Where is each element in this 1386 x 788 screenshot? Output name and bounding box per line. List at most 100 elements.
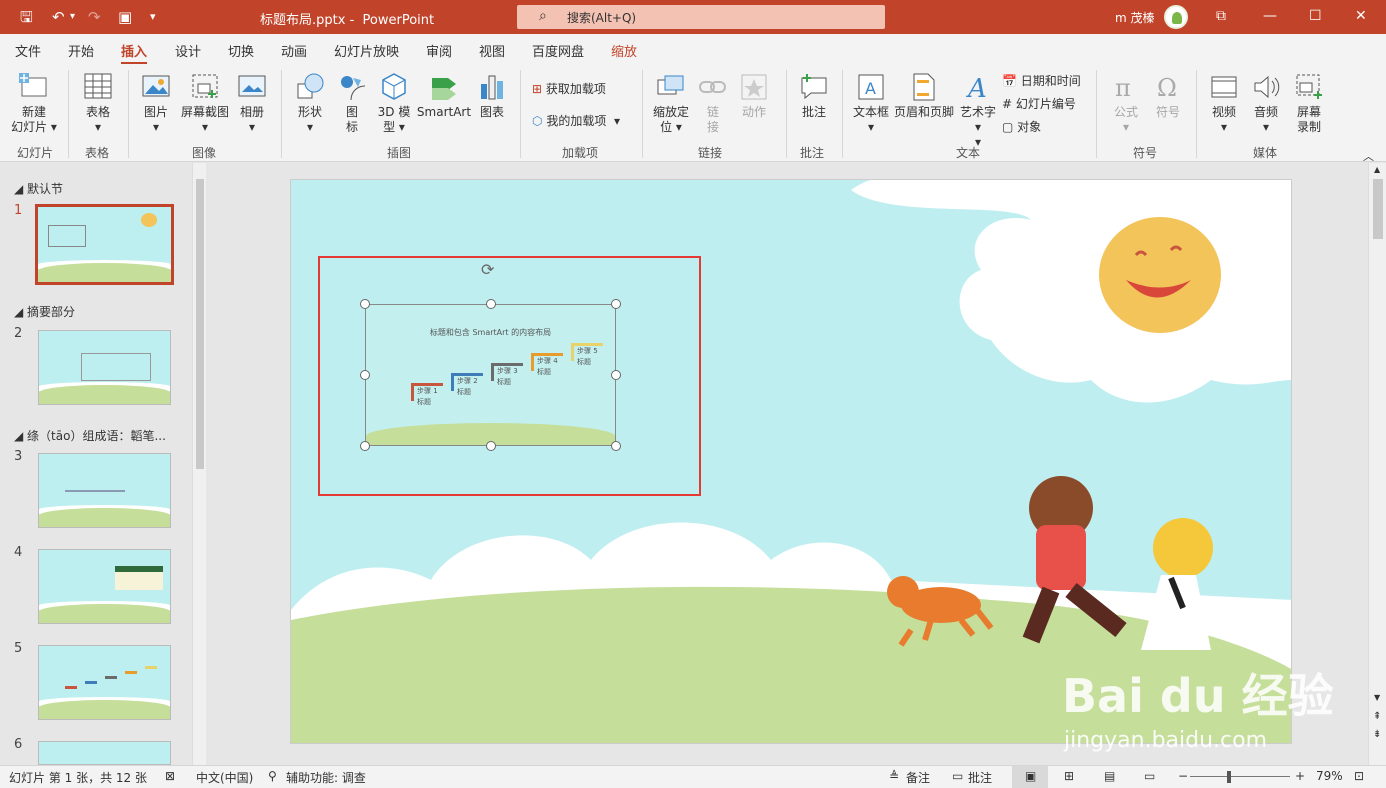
scrollbar-thumb[interactable] [196,179,204,469]
zoom-button[interactable]: 缩放定位 ▾ [648,72,694,135]
picture-button[interactable]: 图片 ▾ [134,72,178,135]
comments-button[interactable]: 批注 [968,769,992,786]
smartart-button[interactable]: SmartArt [416,72,472,120]
customize-qat-icon[interactable]: ▾ [150,8,156,26]
tab-transitions[interactable]: 切换 [228,41,254,60]
notes-button[interactable]: 备注 [906,769,930,786]
accessibility-status[interactable]: 辅助功能: 调查 [286,769,366,786]
reading-view-icon[interactable]: ▤ [1104,769,1115,783]
tab-animations[interactable]: 动画 [281,41,307,60]
rotate-handle-icon[interactable]: ⟳ [481,260,494,279]
resize-handle[interactable] [611,370,621,380]
zoom-level[interactable]: 79% [1316,769,1343,783]
screen-recording-button[interactable]: 屏幕 录制 [1288,72,1330,135]
normal-view-glyph: ▣ [1025,769,1037,783]
notes-icon[interactable]: ≜ [889,769,899,783]
maximize-icon[interactable]: ☐ [1309,8,1322,24]
slide-thumbnail-3[interactable] [38,453,171,528]
slide-thumbnail-1[interactable] [35,204,174,285]
present-icon[interactable]: ▣ [118,8,132,26]
resize-handle[interactable] [611,441,621,451]
object-button[interactable]: ▢ 对象 [1002,118,1041,135]
spellcheck-icon[interactable]: ⊠ [165,769,175,783]
ribbon-display-icon[interactable]: ⧉ [1216,8,1226,24]
thumbnail-scrollbar[interactable] [192,163,206,765]
language[interactable]: 中文(中国) [196,769,253,786]
slide-thumbnail-6[interactable] [38,741,171,765]
resize-handle[interactable] [611,299,621,309]
scroll-up-icon[interactable]: ▲ [1374,165,1380,174]
tab-baidu-netdisk[interactable]: 百度网盘 [532,41,584,60]
icons-button[interactable]: 图标 [334,72,370,135]
audio-button[interactable]: 音频 ▾ [1246,72,1286,135]
prev-slide-icon[interactable]: ⇞ [1373,711,1381,722]
scrollbar-thumb[interactable] [1373,179,1383,239]
section-third[interactable]: ◢ 绦（tāo）组成语：韜笔... [14,427,166,444]
zoom-slider[interactable] [1190,776,1290,777]
comment-button[interactable]: 批注 [794,72,834,120]
next-slide-icon[interactable]: ⇟ [1373,729,1381,740]
undo-dropdown-icon[interactable]: ▾ [70,8,75,26]
tab-home[interactable]: 开始 [68,41,94,60]
tab-insert[interactable]: 插入 [121,41,148,65]
album-button[interactable]: 相册 ▾ [232,72,272,135]
shapes-button[interactable]: 形状 ▾ [288,72,332,135]
step-label: 步骤 2 [457,377,478,385]
header-footer-button[interactable]: 页眉和页脚 [892,72,956,120]
slide-thumbnail-2[interactable] [38,330,171,405]
chart-button[interactable]: 图表 [474,72,510,120]
my-addins-button[interactable]: ⬡ 我的加载项 ▾ [532,112,620,129]
comments-icon[interactable]: ▭ [952,769,963,783]
content-placeholder[interactable]: 标题和包含 SmartArt 的内容布局 步骤 1 标题 步骤 2 标题 步骤 3 标题步… [365,304,616,446]
3d-model-button[interactable]: 3D 模型 ▾ [372,72,416,135]
date-time-button[interactable]: 📅 日期和时间 [1002,72,1081,89]
table-button[interactable]: 表格 ▾ [76,72,120,135]
zoom-in-icon[interactable]: + [1295,769,1305,783]
resize-handle[interactable] [360,441,370,451]
step-bar [451,373,483,376]
link-button: 链接 [696,72,730,135]
screenshot-button[interactable]: 屏幕截图 ▾ [178,72,232,135]
wordart-button[interactable]: A 艺术字 ▾ ▾ [958,72,998,150]
section-default[interactable]: ◢ 默认节 [14,180,63,197]
minimize-icon[interactable]: — [1263,8,1277,24]
new-slide-button[interactable]: 新建 幻灯片 ▾ [8,72,60,135]
scroll-down-icon[interactable]: ▼ [1374,693,1380,702]
section-summary[interactable]: ◢ 摘要部分 [14,303,75,320]
accessibility-icon[interactable]: ⚲ [268,769,277,783]
slide-sorter-icon[interactable]: ⊞ [1064,769,1074,783]
slideshow-icon[interactable]: ▭ [1144,769,1155,783]
tab-slideshow[interactable]: 幻灯片放映 [334,41,399,60]
textbox-button[interactable]: A 文本框 ▾ [850,72,892,135]
undo-icon[interactable]: ↶ [52,8,65,26]
tab-zoom[interactable]: 缩放 [611,41,637,60]
slide-number-button[interactable]: # 幻灯片编号 [1002,95,1076,112]
collapse-ribbon-icon[interactable]: ︿ [1363,148,1374,164]
resize-handle[interactable] [360,370,370,380]
get-addins-button[interactable]: ⊞ 获取加载项 [532,80,606,97]
fit-to-window-icon[interactable]: ⊡ [1354,769,1364,783]
zoom-slider-thumb[interactable] [1227,771,1231,783]
save-icon[interactable]: 🖫 [20,8,33,26]
search-input[interactable]: ⌕ 搜索(Alt+Q) [517,5,885,29]
user-name[interactable]: m 茂榛 [1115,9,1155,26]
resize-handle[interactable] [486,441,496,451]
group-label-links: 链接 [698,146,723,160]
zoom-out-icon[interactable]: − [1178,769,1188,783]
tab-file[interactable]: 文件 [15,41,41,60]
close-icon[interactable]: ✕ [1355,8,1367,24]
slide-thumbnail-4[interactable] [38,549,171,624]
avatar[interactable] [1164,5,1188,29]
comment-icon [801,74,827,100]
step-label: 步骤 4 [537,357,558,365]
slide-thumbnail-5[interactable] [38,645,171,720]
video-button[interactable]: 视频 ▾ [1204,72,1244,135]
step-bar [411,383,443,386]
tab-review[interactable]: 审阅 [426,41,452,60]
resize-handle[interactable] [360,299,370,309]
resize-handle[interactable] [486,299,496,309]
header-footer-icon [913,73,935,101]
slide-scrollbar[interactable]: ▲ ▼ ⇞ ⇟ [1368,163,1386,765]
tab-design[interactable]: 设计 [175,41,201,60]
tab-view[interactable]: 视图 [479,41,505,60]
